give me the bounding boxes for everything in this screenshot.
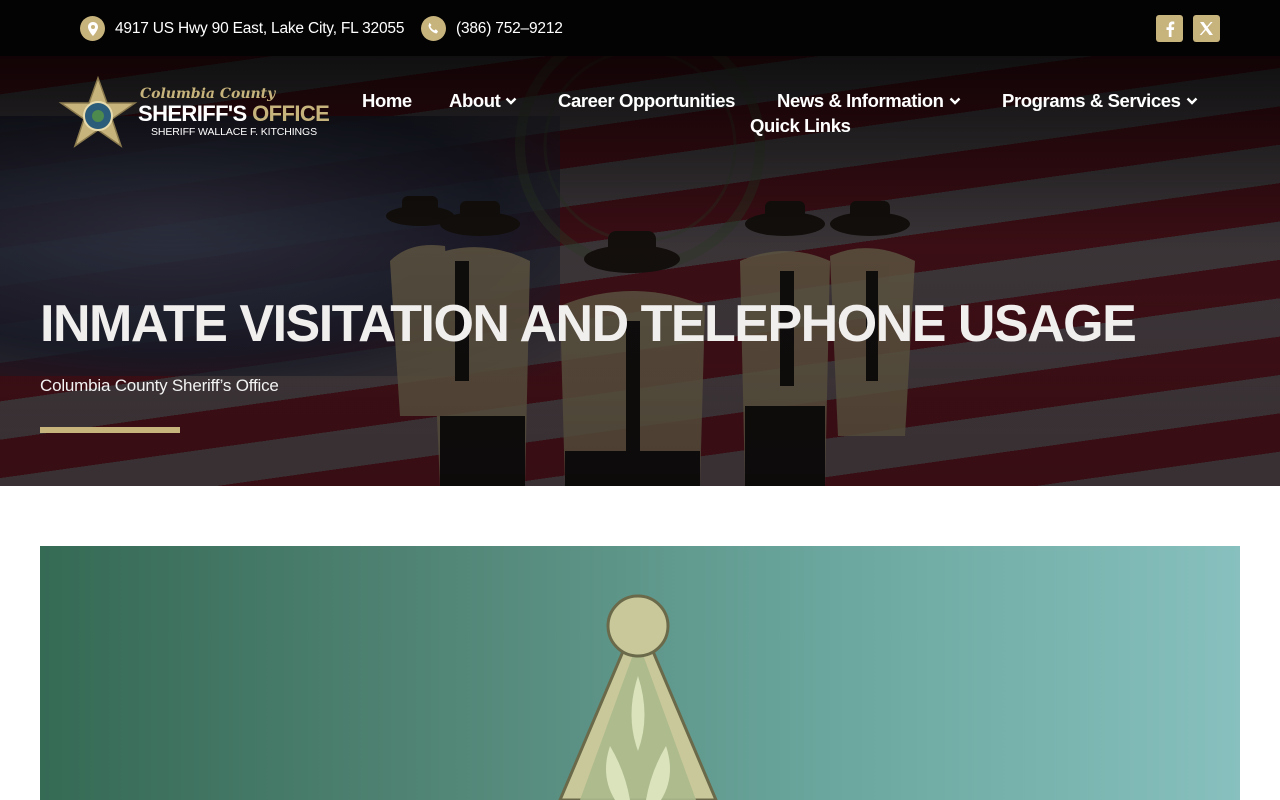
feature-image bbox=[40, 546, 1240, 800]
logo-sheriff-name: SHERIFF WALLACE F. KITCHINGS bbox=[151, 126, 318, 138]
map-pin-icon bbox=[80, 16, 105, 41]
chevron-down-icon bbox=[505, 97, 517, 105]
phone-link[interactable]: (386) 752–9212 bbox=[421, 16, 563, 41]
nav-item-quick-links[interactable]: Quick Links bbox=[750, 115, 851, 137]
nav-item-career-opportunities[interactable]: Career Opportunities bbox=[558, 90, 735, 112]
badge-star-graphic bbox=[558, 594, 718, 800]
chevron-down-icon bbox=[949, 97, 961, 105]
facebook-icon[interactable] bbox=[1156, 15, 1183, 42]
logo-title: SHERIFF'S OFFICE bbox=[138, 101, 330, 126]
title-underline bbox=[40, 427, 180, 433]
address-text: 4917 US Hwy 90 East, Lake City, FL 32055 bbox=[115, 19, 405, 37]
nav-item-news-information[interactable]: News & Information bbox=[777, 90, 961, 112]
page-title: INMATE VISITATION AND TELEPHONE USAGE bbox=[40, 295, 1137, 353]
x-twitter-icon[interactable] bbox=[1193, 15, 1220, 42]
top-contact-bar: 4917 US Hwy 90 East, Lake City, FL 32055… bbox=[0, 0, 1280, 56]
sheriff-star-logo-icon[interactable] bbox=[58, 76, 138, 152]
nav-item-home[interactable]: Home bbox=[362, 90, 412, 112]
page-subtitle: Columbia County Sheriff’s Office bbox=[40, 376, 279, 395]
nav-item-programs-services[interactable]: Programs & Services bbox=[1002, 90, 1198, 112]
phone-text: (386) 752–9212 bbox=[456, 19, 563, 37]
phone-icon bbox=[421, 16, 446, 41]
address-link[interactable]: 4917 US Hwy 90 East, Lake City, FL 32055 bbox=[80, 16, 404, 41]
nav-item-about[interactable]: About bbox=[449, 90, 517, 112]
chevron-down-icon bbox=[1186, 97, 1198, 105]
logo-county-text: Columbia County bbox=[140, 86, 276, 102]
